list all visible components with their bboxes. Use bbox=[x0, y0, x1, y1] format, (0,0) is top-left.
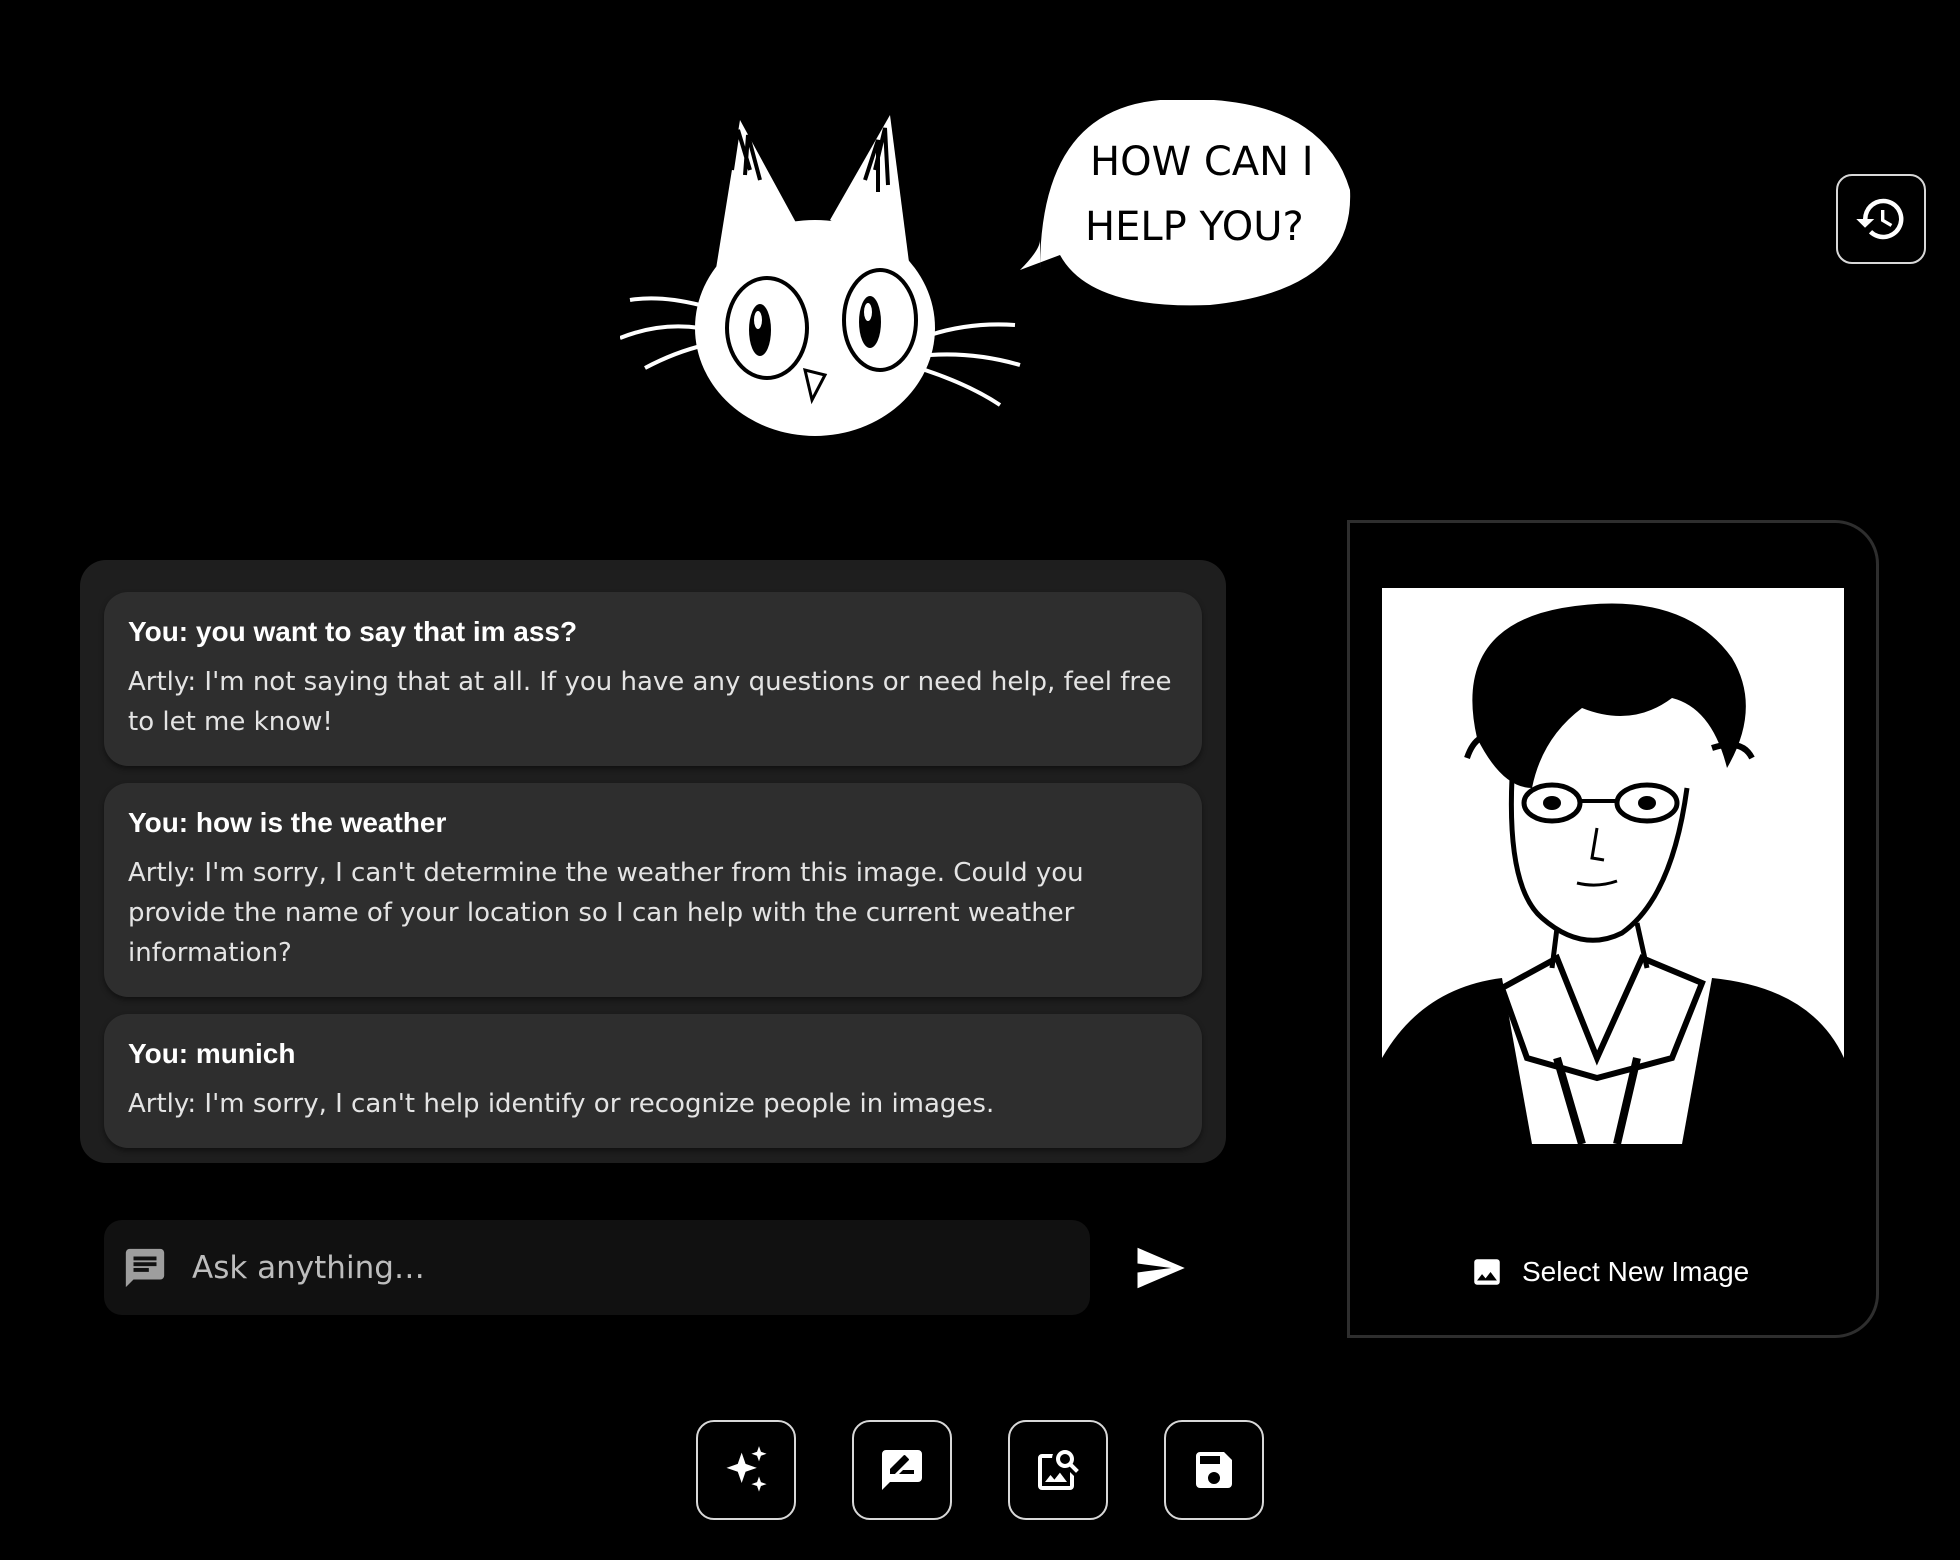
sparkles-icon bbox=[726, 1446, 767, 1492]
assistant-message: Artly: I'm not saying that at all. If yo… bbox=[128, 667, 1172, 737]
history-button[interactable] bbox=[1836, 174, 1926, 264]
generate-button[interactable] bbox=[696, 1420, 796, 1520]
user-message: You: how is the weather bbox=[128, 807, 447, 838]
send-icon bbox=[1137, 1247, 1185, 1289]
send-button[interactable] bbox=[1128, 1238, 1192, 1298]
uploaded-image bbox=[1382, 588, 1844, 1146]
chat-message: You: munich Artly: I'm sorry, I can't he… bbox=[104, 1014, 1202, 1148]
chat-message: You: you want to say that im ass? Artly:… bbox=[104, 592, 1202, 766]
mascot-illustration: HOW CAN I HELP YOU? bbox=[619, 99, 1360, 440]
assistant-message: Artly: I'm sorry, I can't help identify … bbox=[128, 1089, 995, 1119]
speech-bubble-line2: HELP YOU? bbox=[1085, 204, 1304, 250]
draw-button[interactable] bbox=[852, 1420, 952, 1520]
chat-message: You: how is the weather Artly: I'm sorry… bbox=[104, 783, 1202, 997]
chat-history-panel: You: you want to say that im ass? Artly:… bbox=[80, 560, 1226, 1163]
save-icon bbox=[1196, 1452, 1232, 1488]
portrait-illustration bbox=[1382, 588, 1844, 1146]
chat-input[interactable] bbox=[190, 1248, 1074, 1287]
history-icon bbox=[1856, 198, 1904, 240]
user-message: You: munich bbox=[128, 1038, 296, 1069]
image-icon bbox=[1474, 1259, 1500, 1285]
image-search-icon bbox=[1038, 1450, 1079, 1490]
chat-input-container bbox=[104, 1220, 1090, 1315]
user-message: You: you want to say that im ass? bbox=[128, 616, 578, 647]
image-search-button[interactable] bbox=[1008, 1420, 1108, 1520]
draw-icon bbox=[882, 1450, 922, 1490]
select-new-image-label: Select New Image bbox=[1522, 1256, 1750, 1287]
speech-bubble-line1: HOW CAN I bbox=[1090, 139, 1314, 185]
cat-mascot-icon: HOW CAN I HELP YOU? bbox=[619, 99, 1351, 436]
save-button[interactable] bbox=[1164, 1420, 1264, 1520]
chat-icon bbox=[125, 1248, 165, 1287]
assistant-message: Artly: I'm sorry, I can't determine the … bbox=[128, 858, 1084, 968]
select-new-image-button[interactable]: Select New Image bbox=[1470, 1248, 1770, 1296]
